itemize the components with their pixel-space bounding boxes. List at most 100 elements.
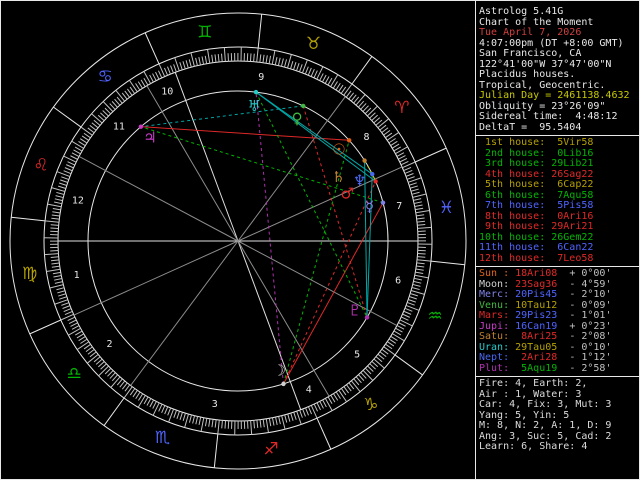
degree-tick: [403, 310, 412, 315]
degree-tick: [417, 226, 432, 229]
degree-tick: [146, 398, 152, 406]
planet-label: Jupi:: [479, 320, 516, 332]
planet-glyph-moon: ☽: [272, 362, 285, 380]
degree-tick: [256, 47, 259, 63]
sign-boundary: [414, 147, 447, 163]
degree-tick: [61, 176, 69, 181]
degree-tick: [386, 132, 400, 141]
house-cusp-line: [237, 240, 302, 410]
degree-tick: [395, 146, 408, 155]
degree-tick: [63, 155, 77, 163]
house-label: 2nd house:: [479, 147, 552, 159]
house-number-2: 2: [106, 339, 112, 350]
degree-tick: [123, 386, 133, 399]
planet-marker-venu: [301, 103, 306, 109]
degree-tick: [188, 59, 192, 68]
degree-tick: [404, 307, 413, 312]
chart-summary-section: Fire: 4, Earth: 2, Air : 1, Water: 3 Car: …: [479, 378, 639, 453]
planet-glyph-uran: ♅: [248, 97, 261, 115]
house-row: 12th house: 7Leo58: [479, 253, 639, 265]
degree-tick: [54, 278, 63, 281]
degree-tick: [195, 57, 198, 66]
degree-tick: [167, 407, 172, 416]
degree-tick: [204, 55, 208, 64]
aspect-line-sextile: [366, 174, 373, 318]
degree-tick: [161, 405, 166, 413]
degree-tick: [259, 419, 262, 428]
degree-tick: [410, 293, 418, 297]
degree-tick: [80, 126, 93, 136]
degree-tick: [412, 283, 421, 287]
degree-tick: [324, 76, 330, 84]
degree-tick: [396, 324, 405, 330]
degree-tick: [287, 413, 291, 422]
degree-tick: [410, 290, 425, 295]
degree-tick: [68, 327, 81, 336]
degree-tick: [70, 155, 78, 160]
house-cusp-line: [237, 166, 403, 242]
degree-tick: [55, 195, 64, 199]
degree-tick: [345, 90, 352, 98]
planet-latitude-value: - 0°09': [557, 299, 612, 311]
planet-position-value: 20Pis45: [515, 289, 558, 300]
degree-tick: [350, 380, 361, 393]
degree-tick: [67, 316, 76, 322]
sign-glyph-aquarius: ♒: [427, 307, 442, 327]
section-divider: [476, 266, 639, 267]
degree-tick: [388, 338, 397, 344]
sign-glyph-aries: ♈: [394, 98, 409, 118]
planet-glyph-merc: ☿: [365, 197, 374, 215]
degree-tick: [299, 409, 303, 418]
house-label: 5th house:: [479, 179, 552, 190]
degree-tick: [173, 410, 178, 418]
degree-tick: [54, 198, 63, 202]
house-label: 6th house:: [479, 189, 552, 201]
degree-tick: [327, 396, 333, 405]
degree-tick: [377, 118, 390, 129]
degree-tick: [50, 224, 59, 226]
degree-tick: [50, 256, 59, 258]
planet-latitude-value: - 1°01': [557, 310, 612, 321]
degree-tick: [416, 259, 432, 262]
degree-tick: [143, 77, 149, 86]
planet-row: Plut: 5Aqu19 - 2°58': [479, 363, 639, 375]
degree-tick: [214, 54, 217, 63]
sign-boundary: [29, 319, 62, 335]
degree-tick: [207, 49, 211, 64]
degree-tick: [404, 170, 413, 174]
house-cusp-value: 5Pis58: [551, 200, 594, 211]
degree-tick: [152, 73, 157, 81]
house-cusp-value: 26Sag22: [551, 168, 594, 180]
planet-glyph-mars: ♂: [340, 185, 353, 203]
planet-latitude-value: - 2°10': [557, 289, 612, 300]
degree-tick: [400, 316, 409, 321]
degree-tick: [275, 416, 278, 425]
degree-tick: [44, 253, 59, 256]
degree-tick: [67, 161, 76, 166]
degree-tick: [413, 277, 423, 281]
degree-tick: [335, 82, 341, 91]
degree-tick: [224, 420, 227, 429]
degree-tick: [76, 341, 90, 350]
degree-tick: [52, 207, 61, 211]
degree-tick: [385, 343, 393, 350]
sign-glyph-cancer: ♋: [97, 67, 112, 87]
degree-tick: [316, 66, 324, 80]
degree-tick: [390, 140, 398, 146]
degree-tick: [73, 149, 81, 155]
degree-tick: [409, 182, 417, 186]
planet-label: Sun :: [479, 268, 516, 279]
section-divider: [476, 135, 639, 136]
degree-tick: [59, 182, 67, 186]
degree-tick: [78, 141, 86, 147]
degree-tick: [355, 94, 366, 106]
planet-position-value: 8Ari25: [515, 331, 558, 342]
summary-line: Learn: 6, Share: 4: [479, 441, 588, 452]
degree-tick: [253, 53, 255, 62]
degree-tick: [249, 53, 252, 62]
planet-position-value: 29Tau05: [515, 341, 558, 353]
degree-tick: [324, 398, 333, 411]
planet-marker-uran: [253, 89, 259, 95]
degree-tick: [304, 66, 309, 75]
sign-glyph-virgo: ♍: [22, 264, 37, 284]
